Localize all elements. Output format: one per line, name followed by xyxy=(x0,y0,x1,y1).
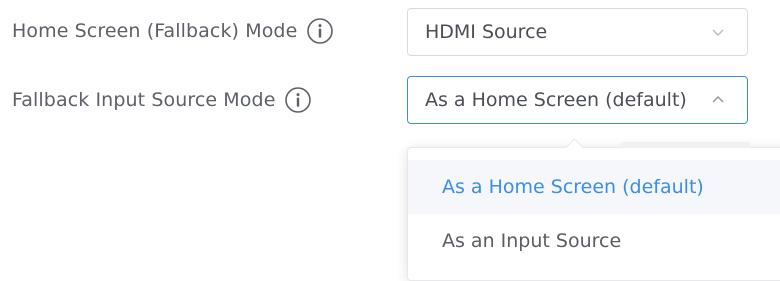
fallback-input-mode-dropdown: As a Home Screen (default) As an Input S… xyxy=(407,138,780,281)
home-screen-mode-label-text: Home Screen (Fallback) Mode xyxy=(12,20,298,42)
home-screen-mode-label: Home Screen (Fallback) Mode xyxy=(12,16,334,46)
home-screen-mode-select[interactable]: HDMI Source xyxy=(407,8,748,56)
dropdown-option-input-source[interactable]: As an Input Source xyxy=(408,214,780,268)
fallback-input-mode-label: Fallback Input Source Mode xyxy=(12,85,312,115)
chevron-up-icon xyxy=(712,96,724,103)
home-screen-mode-value: HDMI Source xyxy=(425,21,548,43)
fallback-input-mode-value: As a Home Screen (default) xyxy=(425,89,687,111)
dropdown-option-label: As an Input Source xyxy=(442,230,622,252)
chevron-down-icon xyxy=(712,29,724,36)
dropdown-option-home-screen[interactable]: As a Home Screen (default) xyxy=(408,160,780,214)
fallback-input-mode-select[interactable]: As a Home Screen (default) xyxy=(407,76,748,124)
info-circle-icon[interactable] xyxy=(306,17,334,45)
info-circle-icon[interactable] xyxy=(284,86,312,114)
dropdown-shadow-bar xyxy=(620,142,750,148)
dropdown-option-label: As a Home Screen (default) xyxy=(442,176,704,198)
fallback-input-mode-label-text: Fallback Input Source Mode xyxy=(12,89,276,111)
dropdown-pointer-arrow xyxy=(565,138,584,157)
